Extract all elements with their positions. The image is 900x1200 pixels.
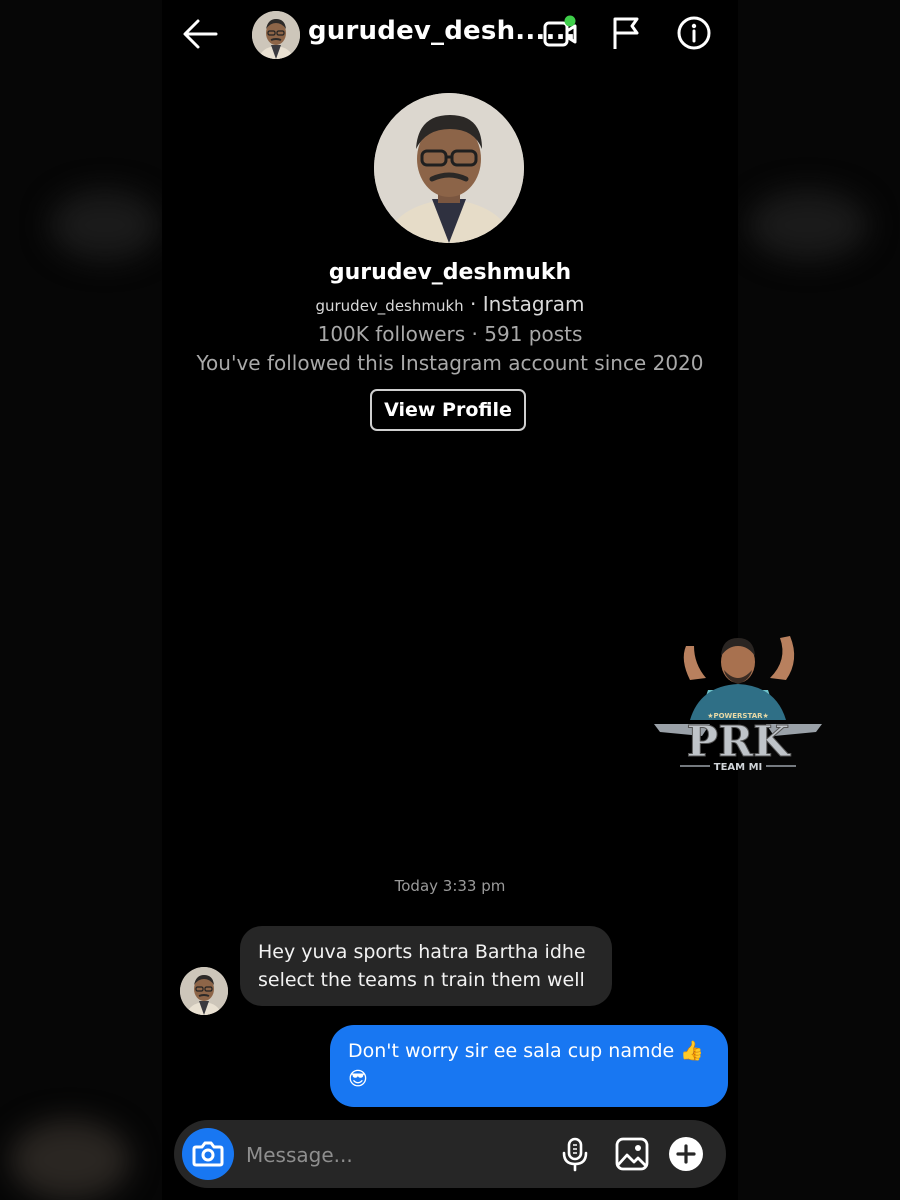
profile-source: gurudev_deshmukh · Instagram: [162, 292, 738, 316]
left-blurred-border: [0, 0, 162, 1200]
message-line: 😎: [348, 1068, 368, 1090]
profile-platform: · Instagram: [470, 292, 585, 316]
header-avatar[interactable]: [252, 11, 300, 59]
incoming-message-bubble[interactable]: Hey yuva sports hatra Bartha idhe select…: [240, 926, 612, 1006]
message-line: select the teams n train them well: [258, 969, 585, 991]
online-dot: [564, 15, 576, 27]
sticker-main-text: PRK: [687, 717, 791, 766]
profile-username: gurudev_deshmukh: [328, 260, 572, 285]
info-icon[interactable]: [676, 15, 712, 51]
gallery-icon[interactable]: [614, 1136, 650, 1172]
message-input[interactable]: [246, 1140, 506, 1170]
chat-header: gurudev_desh......: [162, 0, 738, 68]
plus-circle-icon[interactable]: [668, 1136, 704, 1172]
message-line: Don't worry sir ee sala cup namde 👍: [348, 1040, 704, 1062]
message-line: Hey yuva sports hatra Bartha idhe: [258, 941, 586, 963]
dm-screen: gurudev_desh...... gurudev_deshmukh guru…: [162, 0, 822, 1200]
right-blurred-border: [738, 0, 900, 1200]
sender-avatar[interactable]: [180, 967, 228, 1015]
profile-stats: 100K followers · 591 posts: [317, 322, 583, 346]
prk-team-mi-sticker: ★POWERSTAR★ PRK TEAM MI: [654, 636, 822, 773]
message-composer: [174, 1120, 726, 1188]
view-profile-button[interactable]: View Profile: [370, 389, 526, 431]
profile-handle: gurudev_deshmukh: [315, 297, 464, 315]
flag-icon[interactable]: [610, 15, 642, 51]
sticker-bottom-text: TEAM MI: [714, 762, 763, 773]
video-call-icon[interactable]: [542, 14, 580, 52]
camera-button[interactable]: [182, 1128, 234, 1180]
header-title[interactable]: gurudev_desh......: [308, 16, 576, 46]
profile-follow-note: You've followed this Instagram account s…: [196, 351, 704, 375]
message-timestamp: Today 3:33 pm: [394, 877, 506, 895]
profile-avatar[interactable]: [374, 93, 524, 243]
microphone-icon[interactable]: [560, 1136, 590, 1172]
arrow-left-icon[interactable]: [180, 16, 220, 52]
outgoing-message-bubble[interactable]: Don't worry sir ee sala cup namde 👍 😎: [330, 1025, 728, 1107]
camera-icon: [192, 1141, 224, 1167]
